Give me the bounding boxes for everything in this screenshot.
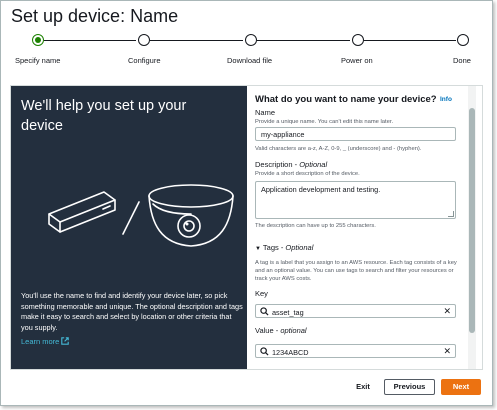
description-label: Description - Optional [255, 160, 328, 169]
caret-down-icon: ▼ [255, 246, 261, 252]
step-1-indicator [32, 34, 44, 46]
name-form: What do you want to name your device? In… [248, 86, 466, 369]
learn-more-label[interactable]: Learn more [21, 337, 59, 346]
name-constraint: Valid characters are a-z, A-Z, 0-9, _ (u… [255, 146, 422, 152]
learn-more-link[interactable]: Learn more [21, 337, 70, 346]
resize-handle[interactable] [448, 211, 454, 217]
step-4-label: Power on [341, 56, 373, 65]
step-3-label: Download file [227, 56, 273, 65]
step-1-label: Specify name [15, 56, 61, 65]
key-label: Key [255, 289, 268, 298]
step-connector [44, 40, 136, 41]
clear-icon[interactable]: ✕ [443, 306, 451, 316]
step-5-label: Done [453, 56, 471, 65]
clear-icon[interactable]: ✕ [443, 346, 451, 356]
tags-label: Tags [262, 243, 279, 252]
tag-key-value: asset_tag [272, 308, 304, 317]
tag-key-input[interactable]: asset_tag ✕ [255, 304, 456, 318]
tag-value-value: 1234ABCD [272, 348, 309, 357]
form-scrollbar[interactable] [468, 86, 476, 369]
description-constraint: The description can have up to 255 chara… [255, 223, 376, 229]
tags-hint: A tag is a label that you assign to an A… [255, 260, 457, 282]
previous-button[interactable]: Previous [384, 379, 435, 395]
name-label: Name [255, 108, 276, 117]
tag-value-input[interactable]: 1234ABCD ✕ [255, 344, 456, 358]
step-connector [257, 40, 350, 41]
progress-stepper: Specify name Configure Download file Pow… [0, 0, 493, 70]
intro-heading: We'll help you set up your device [21, 98, 187, 134]
step-3-indicator [245, 34, 257, 46]
info-link[interactable]: Info [440, 96, 452, 103]
value-optional: optional [280, 326, 307, 335]
description-textarea[interactable]: Application development and testing. [255, 181, 456, 219]
tags-expander[interactable]: ▼ Tags - Optional [255, 243, 313, 252]
step-5-indicator [457, 34, 469, 46]
external-link-icon [61, 337, 70, 345]
step-2-indicator [138, 34, 150, 46]
description-optional: Optional [299, 160, 328, 169]
tags-optional: Optional [285, 243, 314, 252]
description-label-text: Description [255, 160, 293, 169]
description-value: Application development and testing. [261, 185, 381, 194]
form-heading: What do you want to name your device? [255, 94, 437, 105]
intro-panel: We'll help you set up your device You'll… [11, 86, 247, 369]
step-2-label: Configure [128, 56, 161, 65]
description-hint: Provide a short description of the devic… [255, 171, 360, 177]
search-icon [260, 307, 269, 316]
value-label: Value - optional [255, 326, 307, 335]
scrollbar-thumb[interactable] [469, 108, 475, 333]
intro-description: You'll use the name to find and identify… [21, 291, 243, 332]
next-button[interactable]: Next [441, 379, 481, 395]
search-icon [260, 347, 269, 356]
step-connector [364, 40, 456, 41]
name-hint: Provide a unique name. You can't edit th… [255, 119, 394, 125]
value-label-text: Value [255, 326, 274, 335]
exit-button[interactable]: Exit [350, 379, 376, 395]
name-input[interactable]: my-appliance [255, 127, 456, 141]
step-connector [150, 40, 243, 41]
step-4-indicator [352, 34, 364, 46]
device-illustration [48, 184, 234, 247]
